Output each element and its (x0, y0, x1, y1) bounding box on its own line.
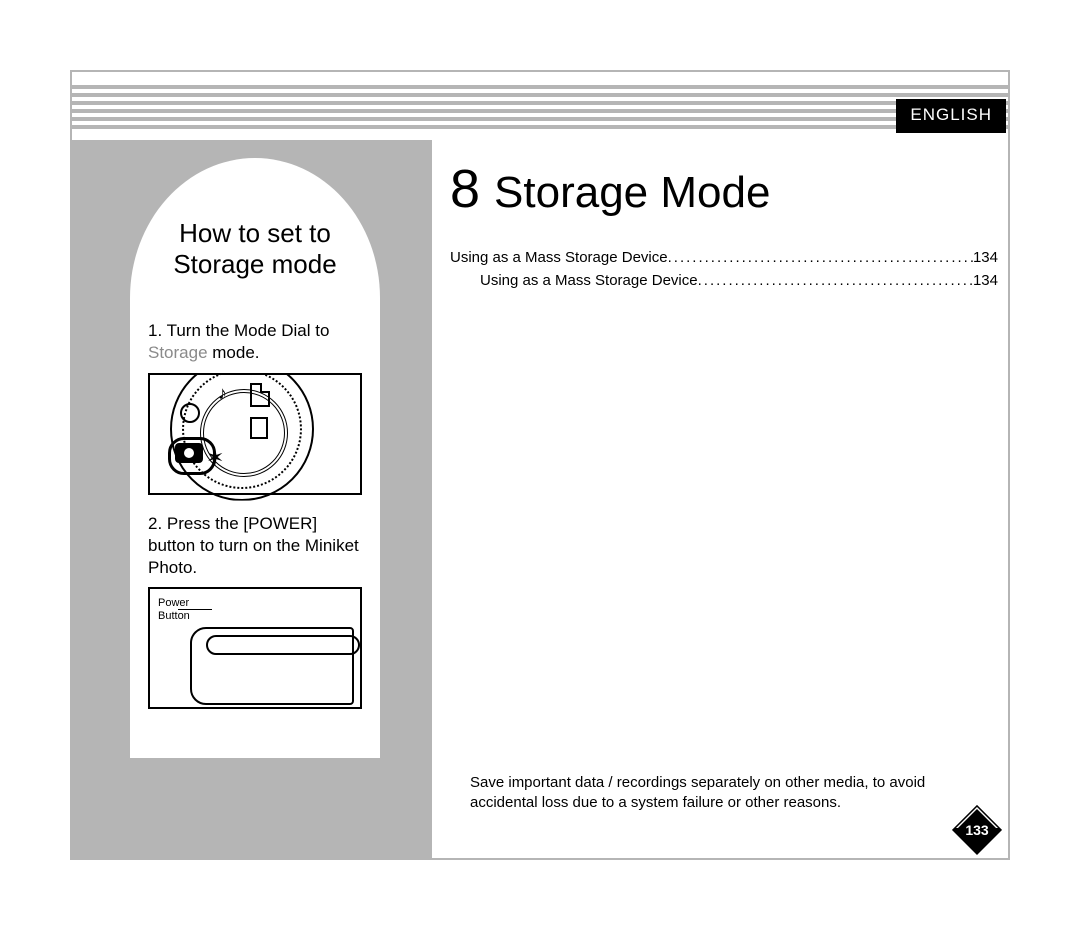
power-label-line2: Button (158, 610, 190, 622)
callout-line (178, 609, 212, 610)
chapter-number: 8 (450, 158, 480, 220)
toc-entry: Using as a Mass Storage Device 134 (450, 246, 998, 269)
toc-entry: Using as a Mass Storage Device 134 (450, 269, 998, 292)
power-label-line1: Power (158, 597, 189, 609)
music-note-icon: ♪ (218, 383, 227, 404)
toc-entry-label: Using as a Mass Storage Device (450, 246, 668, 269)
toc-entry-page: 134 (973, 246, 998, 269)
chapter-title: Storage Mode (494, 168, 770, 218)
main-content: 8 Storage Mode Using as a Mass Storage D… (450, 158, 998, 293)
sidebar: How to set to Storage mode 1. Turn the M… (72, 140, 432, 858)
toc-leader-dots (698, 269, 973, 292)
toc-entry-label: Using as a Mass Storage Device (480, 269, 698, 292)
chapter-heading: 8 Storage Mode (450, 158, 998, 220)
toc-entry-page: 134 (973, 269, 998, 292)
camera-icon (175, 443, 203, 463)
page-number-marker: 133 (950, 803, 1004, 857)
file-icon (250, 383, 270, 407)
illustration-mode-dial: ♪ ✶ (148, 373, 362, 495)
language-tab: ENGLISH (896, 99, 1006, 133)
camera-body-outline (190, 627, 354, 705)
sidebar-title-line1: How to set to (179, 218, 331, 248)
sidebar-title: How to set to Storage mode (142, 218, 368, 280)
storage-card-icon (250, 417, 268, 439)
illustration-power-button: Power Button (148, 587, 362, 709)
step-1-mode-name: Storage (148, 343, 208, 362)
step-2: 2. Press the [POWER] button to turn on t… (142, 513, 368, 579)
step-1-suffix: mode. (208, 343, 260, 362)
toc-leader-dots (668, 246, 973, 269)
manual-page: ENGLISH How to set to Storage mode 1. Tu… (0, 0, 1080, 925)
header-stripes (72, 85, 1008, 133)
step-1: 1. Turn the Mode Dial to Storage mode. (142, 320, 368, 364)
sidebar-title-line2: Storage mode (173, 249, 336, 279)
sidebar-content: How to set to Storage mode 1. Turn the M… (130, 208, 380, 719)
power-button-label: Power Button (158, 597, 190, 623)
settings-gear-icon (180, 403, 200, 423)
footer-note: Save important data / recordings separat… (470, 773, 990, 814)
page-number: 133 (965, 822, 988, 838)
step-1-prefix: 1. Turn the Mode Dial to (148, 321, 329, 340)
